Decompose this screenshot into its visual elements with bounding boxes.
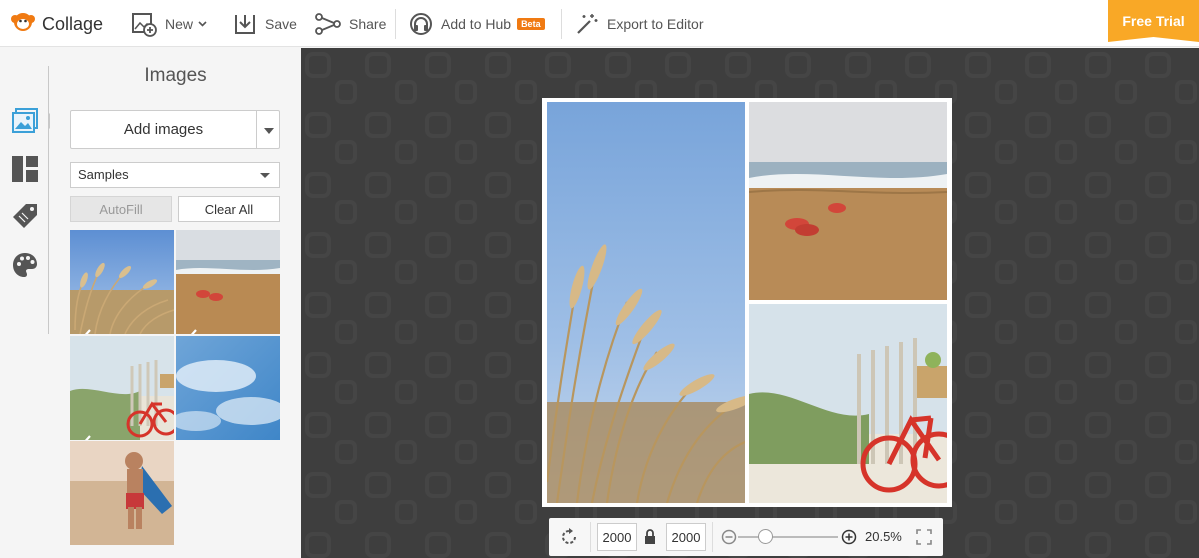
toolbar-divider — [395, 9, 396, 39]
zoom-slider[interactable] — [738, 536, 838, 538]
share-icon — [315, 12, 341, 36]
export-to-editor-button[interactable]: Export to Editor — [575, 0, 704, 47]
image-icon — [11, 108, 39, 139]
download-icon — [233, 12, 257, 36]
collage-cell-bicycle[interactable] — [749, 304, 947, 503]
zoombar-divider — [712, 522, 713, 552]
zoombar-divider — [590, 522, 591, 552]
save-button[interactable]: Save — [233, 0, 297, 47]
zoom-percentage: 20.5% — [865, 529, 902, 544]
caret-down-icon — [260, 173, 270, 178]
autofill-button[interactable]: AutoFill — [70, 196, 172, 222]
beta-badge: Beta — [517, 17, 545, 30]
save-label: Save — [265, 15, 297, 32]
share-label: Share — [349, 15, 387, 32]
rotate-icon[interactable] — [559, 527, 579, 552]
export-label: Export to Editor — [607, 15, 704, 32]
canvas-width-input[interactable]: 2000 — [597, 523, 637, 551]
collage-canvas-area: 2000 2000 20.5% — [301, 48, 1199, 558]
palette-icon — [11, 253, 39, 283]
sidebar-divider — [48, 66, 49, 334]
thumbnail-beach-grass[interactable] — [70, 230, 174, 334]
zoom-out-icon[interactable] — [721, 529, 737, 550]
fullscreen-icon[interactable] — [916, 529, 932, 550]
sidebar-item-stickers[interactable] — [11, 202, 39, 230]
thumbnail-boy-cape[interactable] — [70, 441, 174, 545]
zoom-in-icon[interactable] — [841, 529, 857, 550]
canvas-height-input[interactable]: 2000 — [666, 523, 706, 551]
thumbnail-sandals[interactable] — [176, 230, 280, 334]
monkey-logo-icon — [10, 10, 36, 39]
new-image-icon — [131, 11, 157, 37]
tool-sidebar — [0, 48, 50, 558]
collage-cell-sandals[interactable] — [749, 102, 947, 300]
images-panel: Images Add images Samples AutoFill Clear… — [50, 48, 301, 558]
thumbnail-bicycle[interactable] — [70, 336, 174, 440]
hub-headphones-icon — [409, 12, 433, 36]
sidebar-item-layouts[interactable] — [11, 155, 39, 183]
sidebar-item-images[interactable] — [11, 107, 39, 135]
share-button[interactable]: Share — [315, 0, 386, 47]
image-source-select[interactable]: Samples — [70, 162, 280, 188]
sticker-tag-icon — [11, 204, 39, 234]
image-source-value: Samples — [78, 167, 129, 182]
add-images-dropdown-button[interactable] — [257, 111, 280, 148]
new-label: New — [165, 15, 194, 32]
collage-cell-grass[interactable] — [547, 102, 745, 503]
add-images-split-button: Add images — [70, 110, 280, 149]
app-logo[interactable]: Collage — [10, 10, 103, 39]
zoom-slider-handle[interactable] — [758, 529, 773, 544]
chevron-down-icon — [198, 20, 207, 27]
caret-down-icon — [263, 121, 274, 139]
add-to-hub-button[interactable]: Add to Hub Beta — [409, 0, 545, 47]
hub-label: Add to Hub — [441, 15, 512, 32]
new-button[interactable]: New — [131, 0, 207, 47]
top-toolbar: Collage New Save Share Add to Hub Beta E… — [0, 0, 1199, 47]
free-trial-button[interactable]: Free Trial — [1108, 0, 1199, 42]
canvas-size-zoom-bar: 2000 2000 20.5% — [549, 518, 943, 556]
app-name: Collage — [42, 14, 104, 34]
sidebar-item-backgrounds[interactable] — [11, 251, 39, 279]
layout-icon — [11, 156, 39, 187]
thumbnail-clouds[interactable] — [176, 336, 280, 440]
toolbar-divider — [561, 9, 562, 39]
lock-icon[interactable] — [644, 529, 656, 549]
magic-wand-icon — [575, 12, 599, 36]
add-images-button[interactable]: Add images — [71, 111, 256, 148]
clear-all-button[interactable]: Clear All — [178, 196, 280, 222]
collage-frame — [542, 98, 952, 507]
panel-title: Images — [144, 65, 207, 86]
